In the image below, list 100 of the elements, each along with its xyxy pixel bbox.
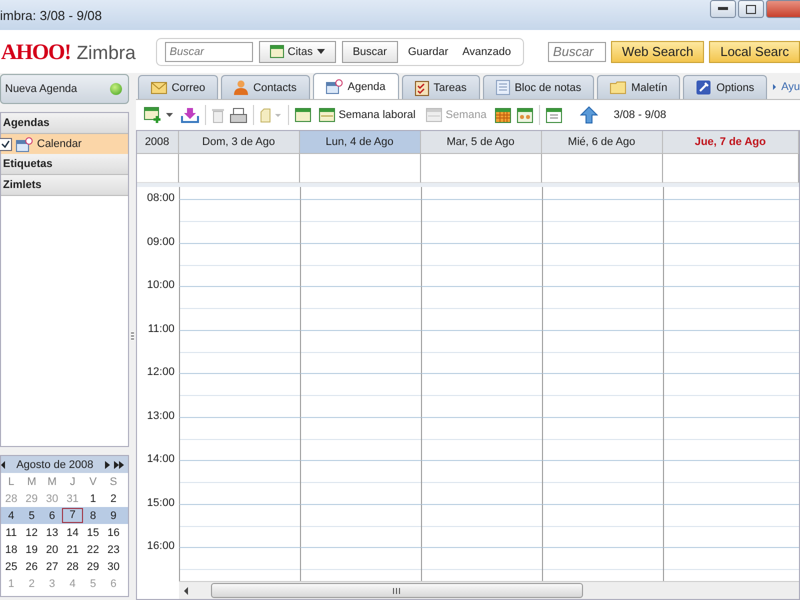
- time-slot[interactable]: [542, 373, 663, 416]
- view-button[interactable]: Semana laboral: [316, 108, 418, 122]
- time-slot[interactable]: [300, 504, 421, 547]
- day-number[interactable]: 19: [21, 544, 42, 556]
- horizontal-scrollbar[interactable]: [178, 581, 799, 599]
- next-month-icon[interactable]: [104, 460, 110, 468]
- day-header[interactable]: Dom, 3 de Ago: [178, 131, 300, 154]
- time-slot[interactable]: [420, 330, 542, 373]
- time-slot[interactable]: [420, 504, 542, 547]
- day-number[interactable]: 28: [62, 560, 83, 572]
- checkbox[interactable]: [0, 138, 12, 150]
- time-slot[interactable]: [300, 373, 421, 416]
- time-slot[interactable]: [662, 416, 799, 460]
- time-slot[interactable]: [300, 199, 421, 242]
- web-search-button[interactable]: Local Searc: [709, 40, 800, 62]
- time-slot[interactable]: [178, 504, 300, 547]
- day-header[interactable]: Jue, 7 de Ago: [662, 131, 799, 154]
- search-field[interactable]: Buscar: [164, 42, 253, 62]
- maximize-button[interactable]: [738, 0, 764, 18]
- splitter-handle-icon[interactable]: [130, 332, 134, 342]
- day-number[interactable]: 1: [82, 492, 104, 504]
- time-slot[interactable]: [420, 460, 542, 504]
- time-slot[interactable]: [300, 460, 421, 504]
- new-appointment-button[interactable]: [142, 107, 175, 123]
- time-slot[interactable]: [178, 286, 300, 330]
- time-slot[interactable]: [420, 373, 542, 416]
- time-slot[interactable]: [662, 547, 799, 581]
- day-number[interactable]: 5: [21, 510, 42, 522]
- app-tab[interactable]: Maletín: [597, 75, 680, 99]
- time-slot[interactable]: [420, 199, 542, 242]
- time-slot[interactable]: [542, 286, 663, 330]
- time-slot[interactable]: [420, 242, 542, 286]
- day-number[interactable]: 23: [103, 544, 124, 556]
- web-search-field[interactable]: Buscar: [548, 42, 606, 62]
- time-slot[interactable]: [542, 416, 663, 460]
- day-number[interactable]: 26: [21, 560, 42, 572]
- day-header[interactable]: Mar, 5 de Ago: [420, 131, 542, 154]
- prev-month-icon[interactable]: [1, 460, 5, 468]
- today-icon[interactable]: [546, 107, 562, 123]
- time-slot[interactable]: [420, 416, 542, 460]
- time-slot[interactable]: [300, 547, 421, 581]
- tag-icon[interactable]: [260, 108, 282, 122]
- day-number[interactable]: 29: [82, 560, 104, 572]
- app-tab[interactable]: Correo: [138, 75, 218, 99]
- section-header[interactable]: Etiquetas: [1, 154, 128, 175]
- app-tab[interactable]: Options: [683, 75, 768, 99]
- day-number[interactable]: 15: [82, 526, 104, 538]
- time-slot[interactable]: [178, 460, 300, 504]
- time-slot[interactable]: [300, 286, 421, 330]
- time-slot[interactable]: [662, 504, 799, 547]
- time-slot[interactable]: [542, 460, 663, 504]
- time-slot[interactable]: [300, 330, 421, 373]
- section-header[interactable]: Zimlets: [1, 175, 128, 196]
- web-search-button[interactable]: Web Search: [611, 40, 704, 62]
- delete-icon[interactable]: [212, 108, 224, 122]
- search-link[interactable]: Avanzado: [458, 46, 516, 58]
- month-view-icon[interactable]: [494, 108, 511, 122]
- app-tab[interactable]: Tareas: [402, 75, 480, 99]
- schedule-view-icon[interactable]: [516, 108, 533, 122]
- time-slot[interactable]: [300, 416, 421, 460]
- time-slot[interactable]: [542, 330, 663, 373]
- help-link[interactable]: Ayu: [781, 81, 800, 93]
- time-slot[interactable]: [662, 286, 799, 330]
- day-number[interactable]: 2: [103, 492, 124, 504]
- calendar-item[interactable]: Calendar: [1, 134, 128, 154]
- day-number[interactable]: 30: [103, 560, 124, 572]
- day-header[interactable]: Lun, 4 de Ago: [300, 131, 421, 154]
- time-slot[interactable]: [420, 547, 542, 581]
- day-number[interactable]: 13: [42, 526, 62, 538]
- new-calendar-button[interactable]: Nueva Agenda: [0, 74, 129, 104]
- import-icon[interactable]: [180, 106, 199, 124]
- day-header[interactable]: Mié, 6 de Ago: [542, 131, 663, 154]
- time-slot[interactable]: [420, 286, 542, 330]
- search-button[interactable]: Buscar: [342, 40, 398, 62]
- scrollbar-thumb[interactable]: [210, 583, 583, 598]
- day-number[interactable]: 20: [42, 544, 62, 556]
- search-type-dropdown[interactable]: Citas: [258, 40, 336, 62]
- search-link[interactable]: Guardar: [404, 46, 452, 58]
- time-slot[interactable]: [542, 504, 663, 547]
- app-tab[interactable]: Bloc de notas: [482, 75, 594, 99]
- time-slot[interactable]: [178, 199, 300, 242]
- time-slot[interactable]: [662, 373, 799, 416]
- day-number[interactable]: 6: [42, 510, 62, 522]
- day-number[interactable]: 25: [1, 560, 22, 572]
- time-slot[interactable]: [178, 416, 300, 460]
- time-slot[interactable]: [662, 330, 799, 373]
- day-number[interactable]: 21: [62, 544, 83, 556]
- time-slot[interactable]: [178, 547, 300, 581]
- minimize-button[interactable]: [710, 0, 736, 18]
- app-tab[interactable]: Agenda: [312, 73, 399, 99]
- time-slot[interactable]: [300, 242, 421, 286]
- day-number[interactable]: 7: [62, 508, 83, 523]
- time-slot[interactable]: [542, 547, 663, 581]
- day-number[interactable]: 11: [1, 526, 22, 538]
- day-view-icon[interactable]: [294, 108, 311, 122]
- print-icon[interactable]: [230, 108, 247, 122]
- day-number[interactable]: 18: [1, 544, 22, 556]
- time-slot[interactable]: [178, 330, 300, 373]
- day-number[interactable]: 22: [82, 544, 104, 556]
- time-slot[interactable]: [178, 373, 300, 416]
